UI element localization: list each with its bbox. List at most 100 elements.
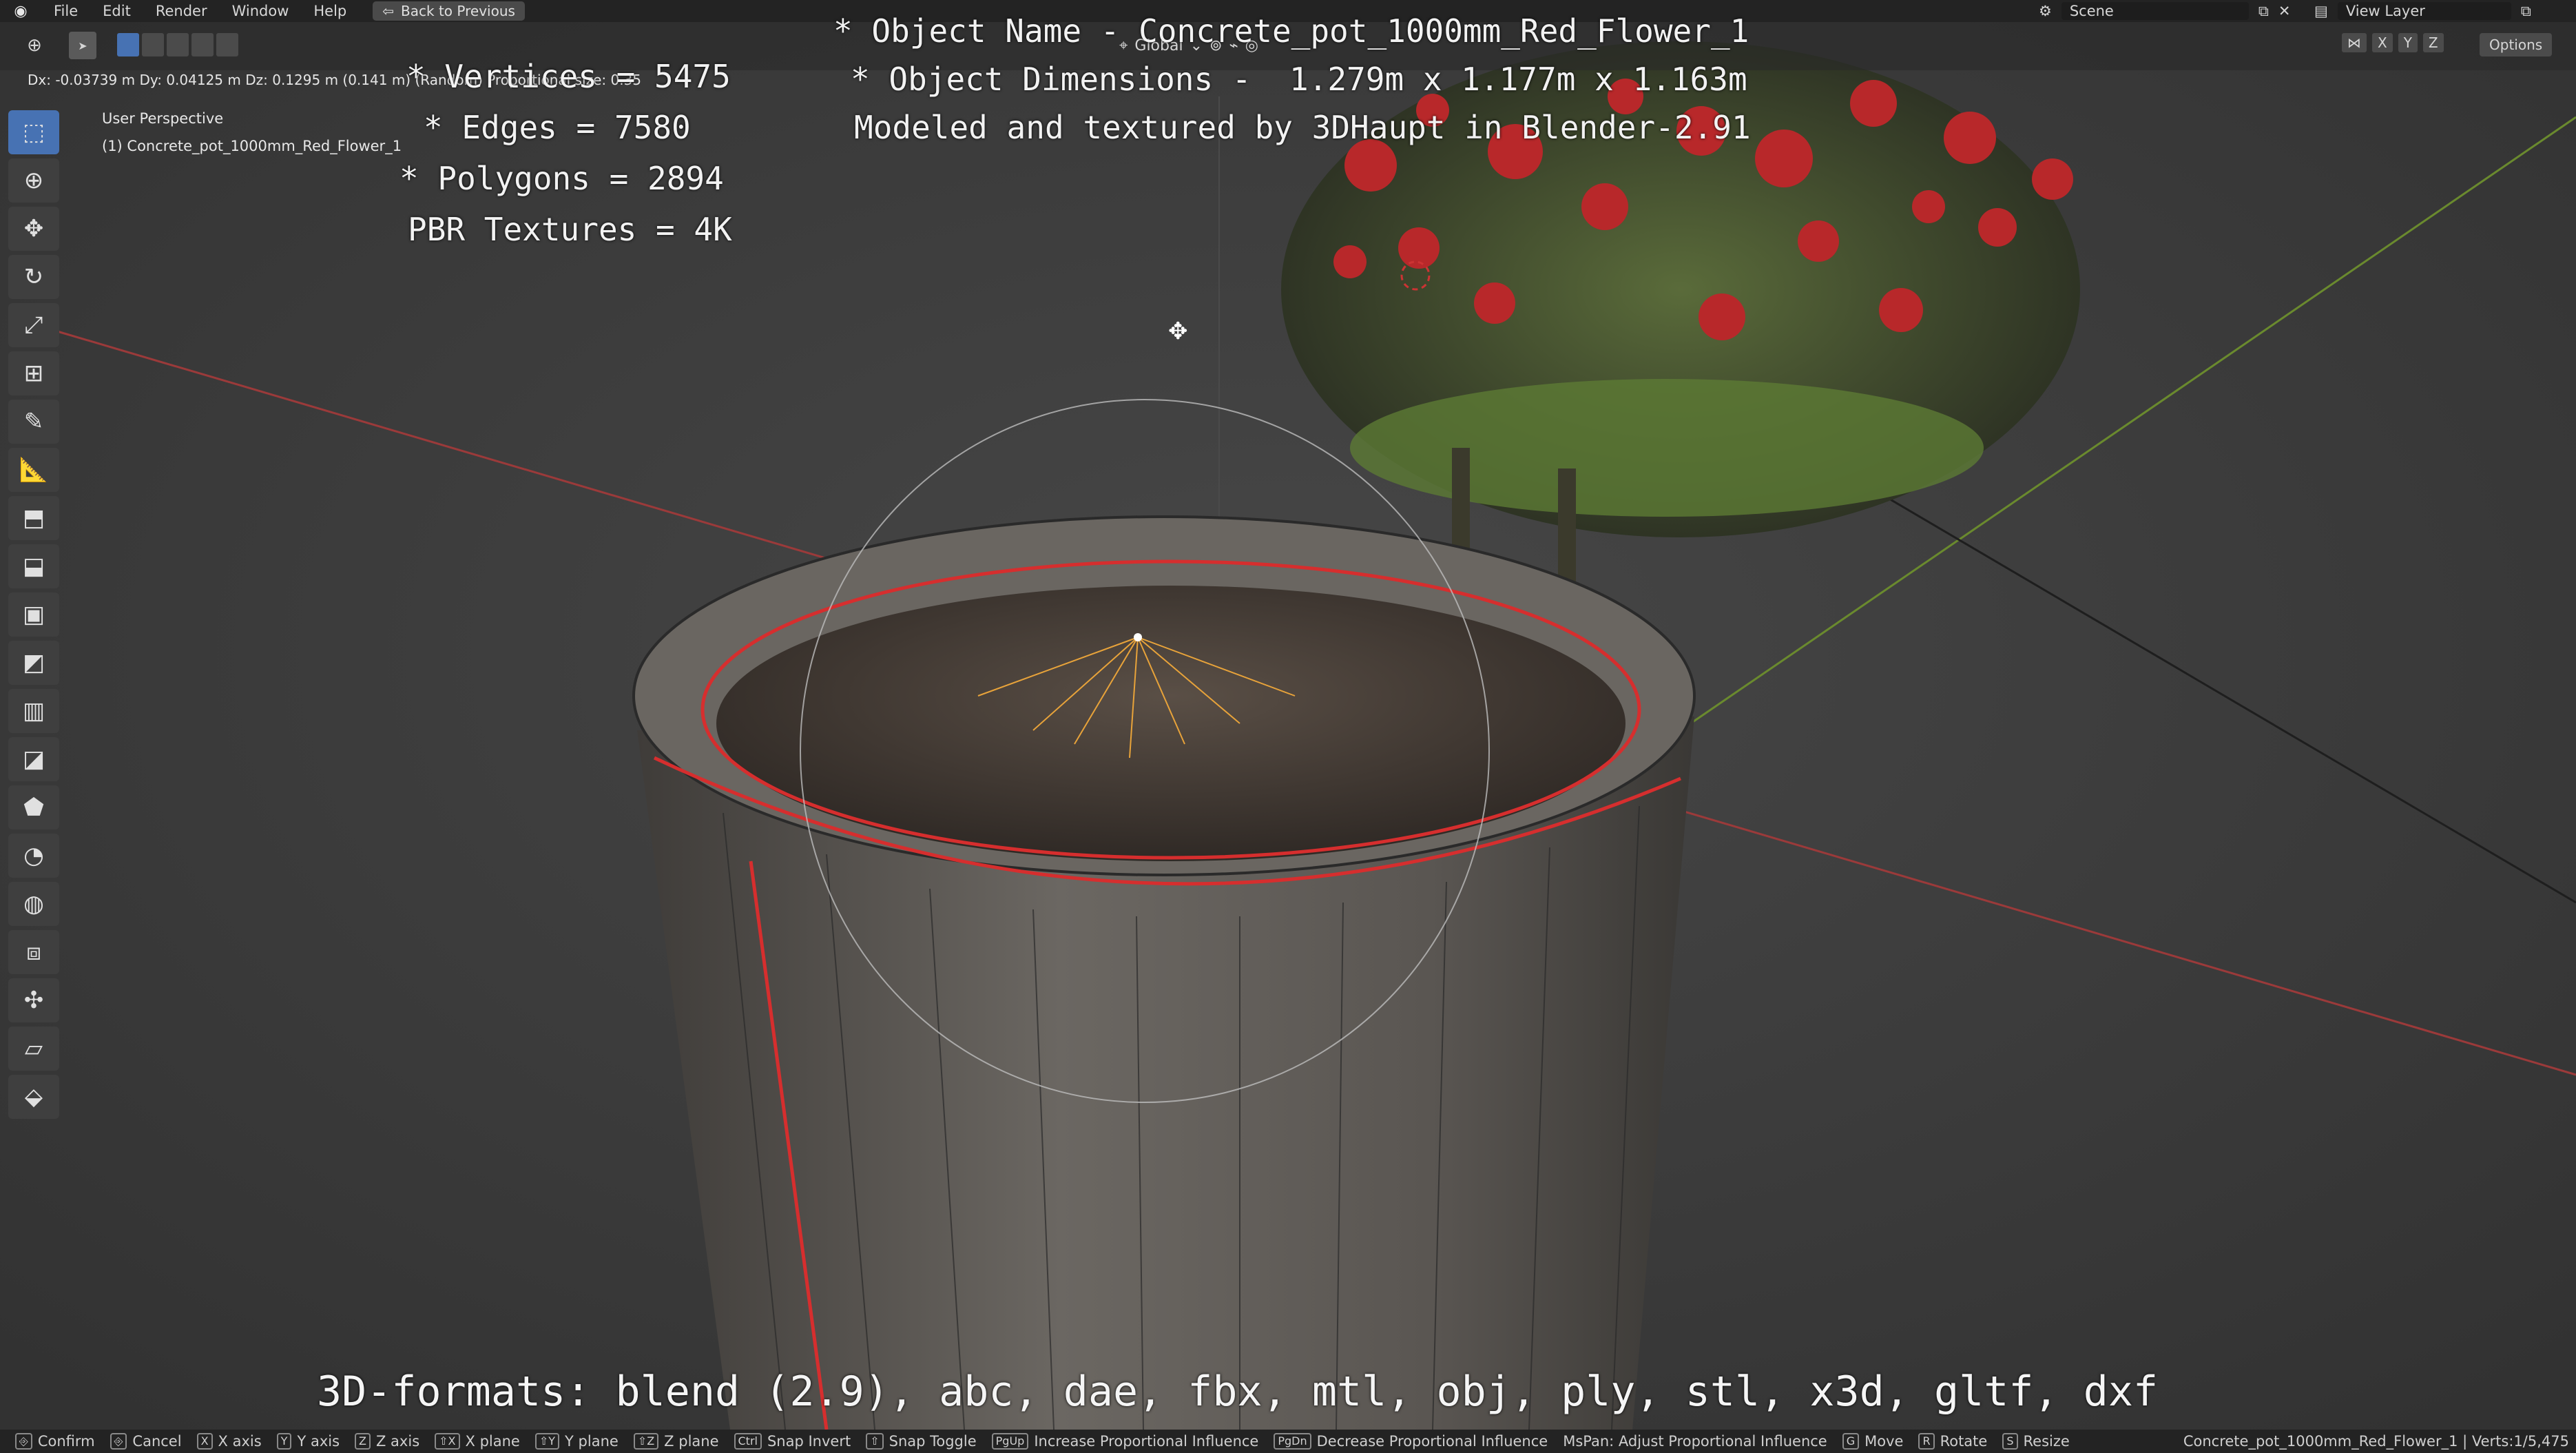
select-new-icon[interactable] bbox=[117, 33, 139, 56]
status-hint-label: Snap Invert bbox=[767, 1433, 851, 1450]
status-hint-x-axis: X X axis bbox=[196, 1433, 262, 1450]
status-hint-y-axis: Y Y axis bbox=[276, 1433, 340, 1450]
menu-help[interactable]: Help bbox=[301, 0, 359, 22]
menu-render[interactable]: Render bbox=[143, 0, 220, 22]
mirror-icon[interactable]: ⋈ bbox=[2342, 33, 2367, 52]
scene-selector[interactable]: ⚙ Scene ⧉ ✕ bbox=[2039, 1, 2328, 21]
key-icon: X bbox=[196, 1433, 213, 1450]
status-hint-z-axis: Z Z axis bbox=[355, 1433, 419, 1450]
status-hint-rotate: R Rotate bbox=[1918, 1433, 1987, 1450]
new-view-layer-icon[interactable]: ⧉ bbox=[2521, 3, 2531, 20]
menu-edit[interactable]: Edit bbox=[90, 0, 143, 22]
options-button[interactable]: Options bbox=[2480, 33, 2553, 56]
back-icon: ⇦ bbox=[382, 3, 395, 19]
rotate-icon[interactable]: ↻ bbox=[8, 255, 59, 299]
formats-text: 3D-formats: blend (2.9), abc, dae, fbx, … bbox=[317, 1368, 2159, 1416]
select-intersect-icon[interactable] bbox=[216, 33, 238, 56]
view-layer-icon: ▤ bbox=[2314, 3, 2328, 19]
new-scene-icon[interactable]: ⧉ bbox=[2258, 3, 2269, 20]
select-subtract-icon[interactable] bbox=[167, 33, 189, 56]
status-hint-label: Y plane bbox=[565, 1433, 619, 1450]
mirror-x-toggle[interactable]: X bbox=[2372, 33, 2393, 52]
scale-icon[interactable]: ⤢ bbox=[8, 303, 59, 347]
select-box-icon[interactable]: ⬚ bbox=[8, 110, 59, 154]
status-hint-y-plane: ⇧Y Y plane bbox=[534, 1433, 619, 1450]
status-hint-label: X plane bbox=[465, 1433, 520, 1450]
shrink-fatten-icon[interactable]: ✣ bbox=[8, 978, 59, 1022]
mouse-left-icon: ⎆ bbox=[15, 1433, 32, 1450]
move-icon[interactable]: ✥ bbox=[8, 207, 59, 251]
rip-icon[interactable]: ⬙ bbox=[8, 1075, 59, 1119]
status-hint-z-plane: ⇧Z Z plane bbox=[633, 1433, 719, 1450]
key-icon: PgUp bbox=[991, 1433, 1029, 1450]
credits-text: Modeled and textured by 3DHaupt in Blend… bbox=[854, 109, 1751, 146]
back-to-previous-label: Back to Previous bbox=[401, 3, 515, 19]
key-icon: ⇧ bbox=[866, 1433, 884, 1450]
selection-mode-buttons bbox=[117, 33, 238, 56]
object-name-text: * Object Name - Concrete_pot_1000mm_Red_… bbox=[833, 12, 1749, 50]
measure-icon[interactable]: 📐 bbox=[8, 448, 59, 492]
cursor-icon[interactable]: ⊕ bbox=[8, 158, 59, 203]
editor-type-icon[interactable]: ⊕ bbox=[14, 32, 55, 59]
key-icon: R bbox=[1918, 1433, 1935, 1450]
status-hint-label: Resize bbox=[2023, 1433, 2070, 1450]
menu-file[interactable]: File bbox=[41, 0, 90, 22]
status-hint-decrease-influence: PgDn Decrease Proportional Influence bbox=[1274, 1433, 1548, 1450]
view-layer-selector[interactable]: ▤ View Layer ⧉ bbox=[2314, 1, 2569, 21]
status-hint-label: Increase Proportional Influence bbox=[1034, 1433, 1259, 1450]
viewport-3d[interactable]: ✥ bbox=[0, 0, 2576, 1453]
status-hint-label: Z axis bbox=[376, 1433, 420, 1450]
key-icon: Y bbox=[276, 1433, 292, 1450]
move-cursor-icon: ✥ bbox=[1168, 318, 1188, 345]
menu-window[interactable]: Window bbox=[220, 0, 302, 22]
mirror-y-toggle[interactable]: Y bbox=[2398, 33, 2418, 52]
status-hint-label: Y axis bbox=[297, 1433, 340, 1450]
status-hint-label: Rotate bbox=[1940, 1433, 1988, 1450]
status-hint-label: Z plane bbox=[664, 1433, 719, 1450]
status-hint-increase-influence: PgUp Increase Proportional Influence bbox=[991, 1433, 1259, 1450]
knife-icon[interactable]: ◪ bbox=[8, 737, 59, 781]
key-icon: S bbox=[2002, 1433, 2018, 1450]
edge-slide-icon[interactable]: ⧈ bbox=[8, 930, 59, 974]
mouse-right-icon: ⎆ bbox=[110, 1433, 127, 1450]
shear-icon[interactable]: ▱ bbox=[8, 1027, 59, 1071]
pbr-textures-text: PBR Textures = 4K bbox=[408, 211, 732, 248]
select-extend-icon[interactable] bbox=[142, 33, 164, 56]
status-hint-x-plane: ⇧X X plane bbox=[435, 1433, 520, 1450]
add-cube-icon[interactable]: ⬒ bbox=[8, 496, 59, 540]
concrete-pot-mesh[interactable] bbox=[632, 515, 1696, 1430]
smooth-icon[interactable]: ◍ bbox=[8, 882, 59, 926]
key-icon: Z bbox=[355, 1433, 371, 1450]
edges-count-text: * Edges = 7580 bbox=[424, 109, 691, 146]
bevel-icon[interactable]: ◩ bbox=[8, 641, 59, 685]
status-hint-move: G Move bbox=[1842, 1433, 1904, 1450]
scene-statistics: Concrete_pot_1000mm_Red_Flower_1 | Verts… bbox=[2183, 1433, 2569, 1450]
status-hint-resize: S Resize bbox=[2002, 1433, 2070, 1450]
vertices-count-text: * Vertices = 5475 bbox=[406, 58, 731, 95]
inset-icon[interactable]: ▣ bbox=[8, 592, 59, 637]
scene-name-field[interactable]: Scene bbox=[2061, 2, 2249, 20]
extrude-icon[interactable]: ⬓ bbox=[8, 544, 59, 588]
delete-scene-icon[interactable]: ✕ bbox=[2278, 3, 2291, 19]
select-invert-icon[interactable] bbox=[191, 33, 214, 56]
status-hint-label: Snap Toggle bbox=[889, 1433, 977, 1450]
status-hint-label: Move bbox=[1865, 1433, 1904, 1450]
transform-icon[interactable]: ⊞ bbox=[8, 351, 59, 395]
loop-cut-icon[interactable]: ▥ bbox=[8, 689, 59, 733]
view-name-label: User Perspective bbox=[102, 110, 224, 127]
select-tool-icon[interactable]: ➤ bbox=[69, 32, 96, 59]
status-hint-label: Decrease Proportional Influence bbox=[1316, 1433, 1548, 1450]
key-icon: ⇧Z bbox=[633, 1433, 659, 1450]
back-to-previous-button[interactable]: ⇦ Back to Previous bbox=[373, 1, 525, 21]
view-layer-name-field[interactable]: View Layer bbox=[2337, 2, 2511, 20]
mirror-z-toggle[interactable]: Z bbox=[2422, 33, 2444, 52]
annotate-icon[interactable]: ✎ bbox=[8, 400, 59, 444]
polygons-count-text: * Polygons = 2894 bbox=[399, 160, 724, 197]
status-hint-snap-invert: Ctrl Snap Invert bbox=[734, 1433, 851, 1450]
poly-build-icon[interactable]: ⬟ bbox=[8, 785, 59, 829]
blender-logo-icon[interactable]: ◉ bbox=[0, 0, 41, 22]
key-icon: G bbox=[1842, 1433, 1860, 1450]
status-hint-snap-toggle: ⇧ Snap Toggle bbox=[866, 1433, 977, 1450]
spin-icon[interactable]: ◔ bbox=[8, 834, 59, 878]
object-dimensions-text: * Object Dimensions - 1.279m x 1.177m x … bbox=[851, 61, 1747, 98]
